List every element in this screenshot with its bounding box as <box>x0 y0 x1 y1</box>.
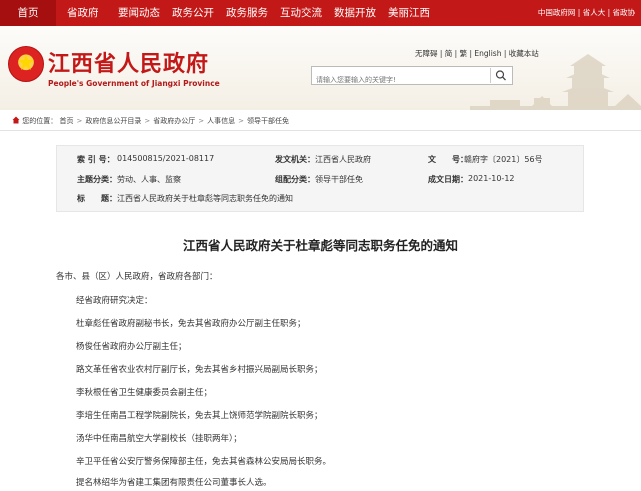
article-paragraph: 李培生任南昌工程学院副院长，免去其上饶师范学院副院长职务； <box>76 411 323 421</box>
link-traditional[interactable]: 繁 <box>460 49 468 58</box>
article-paragraph: 经省政府研究决定： <box>76 296 153 306</box>
date-value: 2021-10-12 <box>468 174 515 183</box>
article-paragraph: 杨俊任省政府办公厅副主任； <box>76 342 187 352</box>
group-value: 领导干部任免 <box>315 175 363 184</box>
link-english[interactable]: English <box>474 49 501 58</box>
article-paragraph: 李秋根任省卫生健康委员会副主任； <box>76 388 213 398</box>
separator: | <box>575 8 583 17</box>
breadcrumb-item-personnel[interactable]: 人事信息 <box>207 117 235 125</box>
article-greeting: 各市、县（区）人民政府，省政府各部门： <box>56 272 218 282</box>
breadcrumb-item-info-catalog[interactable]: 政府信息公开目录 <box>85 117 141 125</box>
group-label: 组配分类： <box>275 175 315 184</box>
nav-provincial-government[interactable]: 省政府 <box>67 0 99 26</box>
search-box <box>311 66 513 88</box>
national-emblem-icon <box>8 46 44 82</box>
breadcrumb-prefix: 您的位置： <box>22 117 58 125</box>
nav-external-links: 中国政府网 | 省人大 | 省政协 <box>538 0 635 26</box>
search-button[interactable] <box>490 68 511 83</box>
article-paragraph: 提名林绍华为省建工集团有限责任公司董事长人选。 <box>76 478 272 488</box>
site-subtitle: People's Government of Jiangxi Province <box>48 79 220 88</box>
article-paragraph: 辛卫平任省公安厅警务保障部主任，免去其省森林公安局局长职务。 <box>76 457 332 467</box>
index-label: 索 引 号： <box>77 155 115 164</box>
link-provincial-congress[interactable]: 省人大 <box>583 8 606 17</box>
nav-government-services[interactable]: 政务服务 <box>226 0 268 26</box>
article-paragraph: 汤华中任南昌航空大学副校长（挂职两年）； <box>76 434 242 444</box>
title-value: 江西省人民政府关于杜章彪等同志职务任免的通知 <box>117 194 293 203</box>
breadcrumb-item-general-office[interactable]: 省政府办公厅 <box>153 117 195 125</box>
issuer-label: 发文机关： <box>275 155 315 164</box>
article-paragraph: 杜章彪任省政府副秘书长，免去其省政府办公厅副主任职务； <box>76 319 306 329</box>
docno-value: 赣府字〔2021〕56号 <box>464 155 543 164</box>
search-input[interactable] <box>312 72 490 88</box>
title-label: 标 题： <box>77 194 117 203</box>
link-accessibility[interactable]: 无障碍 <box>415 49 438 58</box>
site-header: 江西省人民政府 People's Government of Jiangxi P… <box>0 26 641 110</box>
nav-open-data[interactable]: 数据开放 <box>334 0 376 26</box>
top-nav-bar: 首页 省政府 要闻动态 政务公开 政务服务 互动交流 数据开放 美丽江西 中国政… <box>0 0 641 26</box>
search-icon <box>495 70 506 81</box>
nav-government-affairs[interactable]: 政务公开 <box>172 0 214 26</box>
link-provincial-cppcc[interactable]: 省政协 <box>613 8 636 17</box>
date-label: 成文日期： <box>428 175 468 184</box>
nav-interaction[interactable]: 互动交流 <box>280 0 322 26</box>
divider <box>0 130 641 131</box>
link-china-gov[interactable]: 中国政府网 <box>538 8 576 17</box>
nav-home[interactable]: 首页 <box>0 0 56 26</box>
breadcrumb-item-home[interactable]: 首页 <box>59 117 73 125</box>
article-title: 江西省人民政府关于杜章彪等同志职务任免的通知 <box>182 238 458 253</box>
topic-label: 主题分类： <box>77 175 117 184</box>
link-simplified[interactable]: 简 <box>445 49 453 58</box>
site-title: 江西省人民政府 <box>48 51 210 77</box>
nav-beautiful-jiangxi[interactable]: 美丽江西 <box>388 0 430 26</box>
breadcrumb-item-appointments[interactable]: 领导干部任免 <box>247 117 289 125</box>
article-paragraph: 路文革任省农业农村厅副厅长，免去其省乡村振兴局副局长职务； <box>76 365 323 375</box>
separator: | <box>605 8 613 17</box>
index-value: 014500815/2021-08117 <box>117 154 215 163</box>
issuer-value: 江西省人民政府 <box>315 155 371 164</box>
topic-value: 劳动、人事、监察 <box>117 175 181 184</box>
breadcrumb: 您的位置： 首页 > 政府信息公开目录 > 省政府办公厅 > 人事信息 > 领导干部任免 <box>12 116 289 126</box>
docno-label: 文 号： <box>428 155 468 164</box>
document-info-box: 索 引 号： 014500815/2021-08117 发文机关： 江西省人民政… <box>56 145 584 212</box>
header-links: 无障碍 | 简 | 繁 | English | 收藏本站 <box>415 49 539 58</box>
link-bookmark[interactable]: 收藏本站 <box>509 49 539 58</box>
home-icon <box>12 116 20 124</box>
nav-news[interactable]: 要闻动态 <box>118 0 160 26</box>
